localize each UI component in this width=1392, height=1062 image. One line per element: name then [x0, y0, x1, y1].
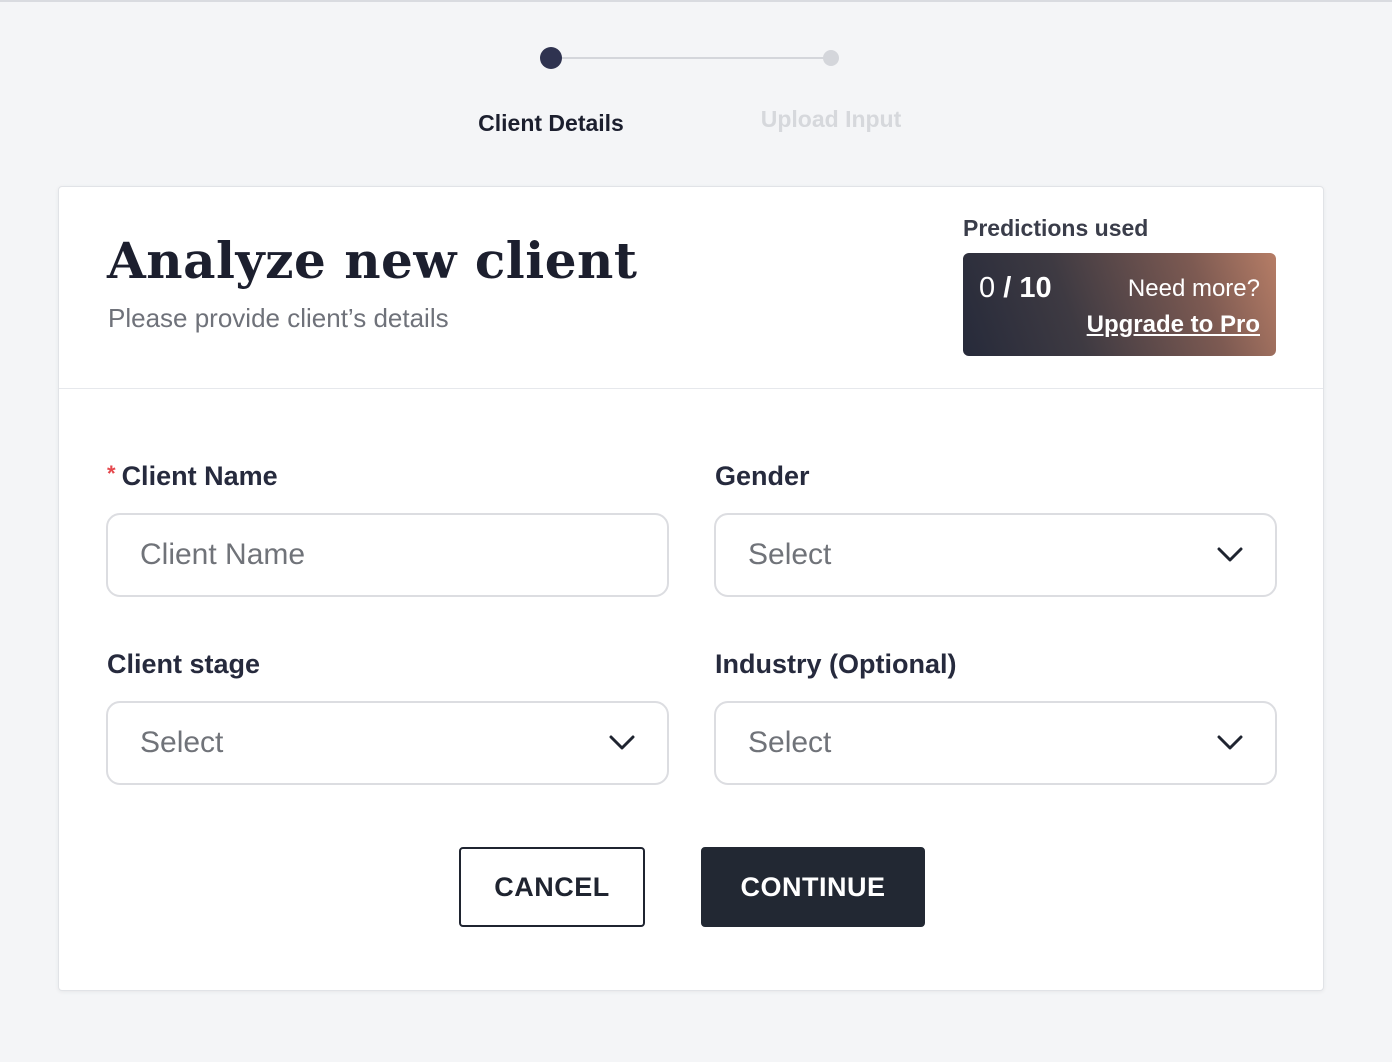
step-dot-upload-input — [823, 50, 839, 66]
stepper-connector — [551, 57, 831, 59]
analyze-client-card: Analyze new client Please provide client… — [58, 186, 1324, 991]
chevron-down-icon — [1217, 735, 1243, 750]
step-label-upload-input: Upload Input — [760, 106, 902, 132]
predictions-usage-panel: 0 / 10 Need more? Upgrade to Pro — [963, 253, 1276, 356]
client-name-field — [106, 513, 669, 597]
client-name-label-text: Client Name — [121, 461, 278, 491]
progress-stepper: Client Details Upload Input — [0, 2, 1392, 152]
chevron-down-icon — [609, 735, 635, 750]
card-header: Analyze new client Please provide client… — [59, 187, 1323, 389]
gender-select[interactable]: Select — [714, 513, 1277, 597]
industry-label: Industry (Optional) — [715, 649, 957, 679]
client-stage-select[interactable]: Select — [106, 701, 669, 785]
client-stage-label: Client stage — [107, 649, 261, 679]
continue-button[interactable]: CONTINUE — [701, 847, 925, 927]
predictions-total-count: 10 — [1019, 272, 1052, 304]
client-name-label: * Client Name — [107, 461, 278, 492]
required-indicator: * — [107, 461, 116, 486]
industry-selected-value: Select — [748, 726, 832, 759]
predictions-count: 0 / 10 — [979, 272, 1052, 305]
client-stage-selected-value: Select — [140, 726, 224, 759]
gender-selected-value: Select — [748, 538, 832, 571]
cancel-button[interactable]: CANCEL — [459, 847, 645, 927]
client-name-input[interactable] — [140, 538, 635, 572]
predictions-separator: / — [995, 272, 1020, 304]
step-label-client-details: Client Details — [478, 110, 624, 136]
industry-select[interactable]: Select — [714, 701, 1277, 785]
chevron-down-icon — [1217, 547, 1243, 562]
page-title: Analyze new client — [107, 231, 638, 290]
predictions-used-count: 0 — [979, 272, 996, 304]
step-dot-client-details — [540, 47, 562, 69]
gender-label: Gender — [715, 461, 810, 491]
predictions-used-label: Predictions used — [963, 215, 1149, 241]
upgrade-to-pro-link[interactable]: Upgrade to Pro — [1087, 311, 1260, 339]
need-more-text: Need more? — [1127, 275, 1260, 302]
page-subtitle: Please provide client’s details — [108, 303, 449, 333]
